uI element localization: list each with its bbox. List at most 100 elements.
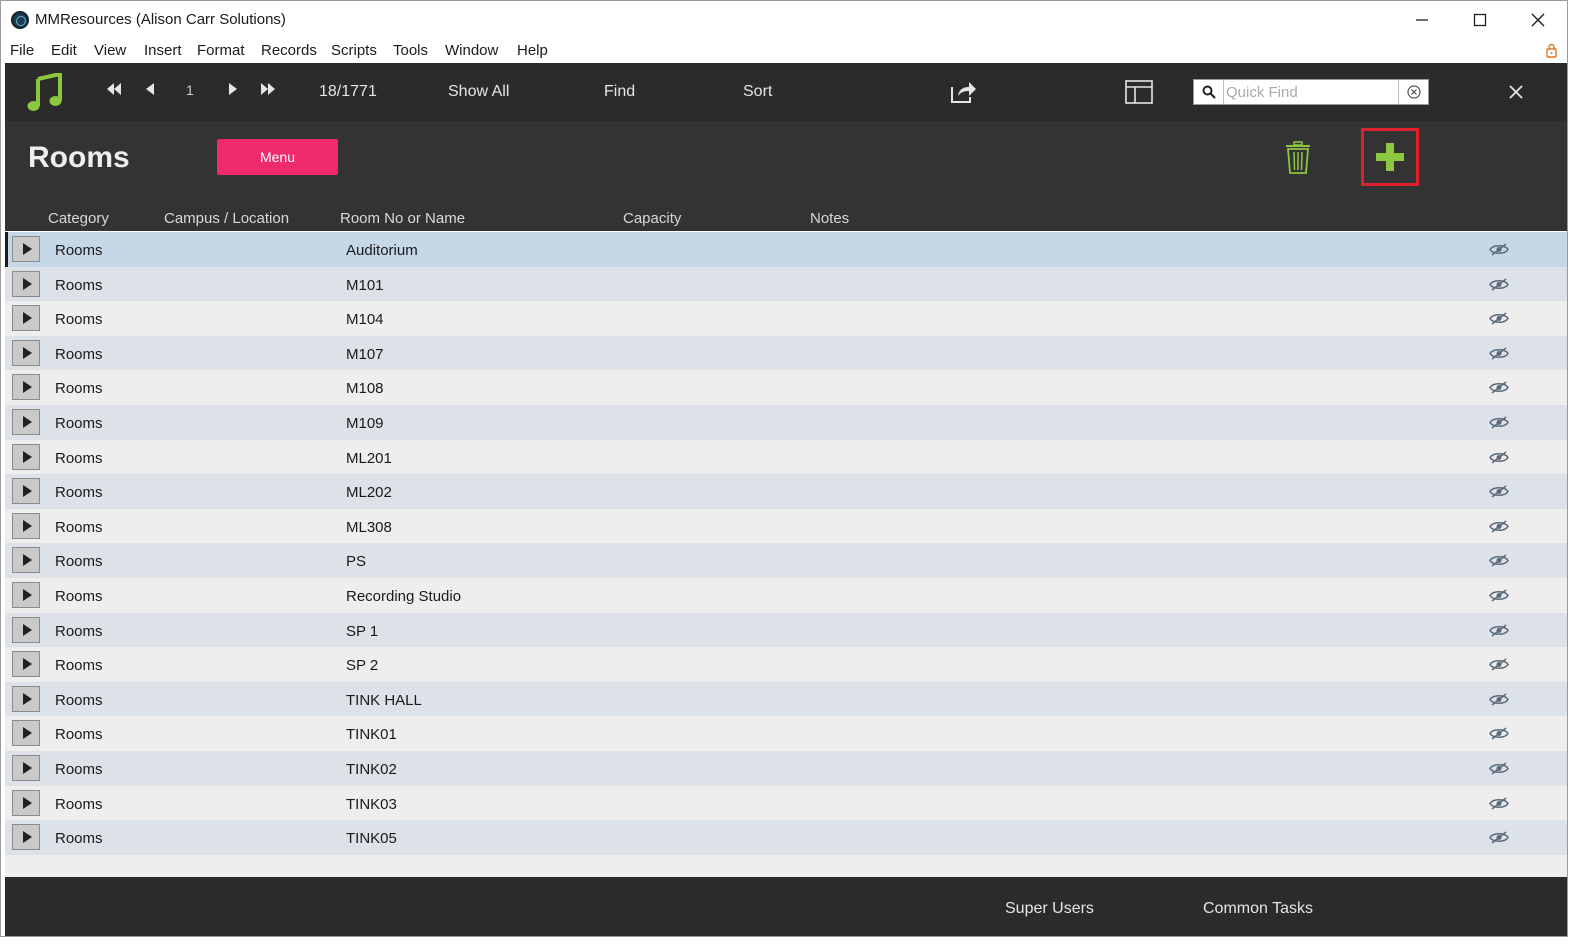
menu-view[interactable]: View <box>94 42 126 59</box>
row-open-button[interactable] <box>12 512 40 539</box>
table-row[interactable]: Rooms TINK05 <box>5 820 1567 855</box>
table-row[interactable]: Rooms M108 <box>5 370 1567 405</box>
menu-insert[interactable]: Insert <box>144 42 182 59</box>
hide-toggle-button[interactable] <box>1489 657 1509 672</box>
close-window-button[interactable] <box>1515 5 1561 35</box>
row-room-name: M101 <box>346 276 384 294</box>
maximize-button[interactable] <box>1457 5 1503 35</box>
row-open-button[interactable] <box>12 339 40 366</box>
show-all-button[interactable]: Show All <box>448 83 509 101</box>
table-row[interactable]: Rooms ML202 <box>5 474 1567 509</box>
table-row[interactable]: Rooms M104 <box>5 301 1567 336</box>
table-row[interactable]: Rooms M101 <box>5 266 1567 302</box>
close-icon <box>1509 85 1523 99</box>
next-record-button[interactable] <box>227 81 239 102</box>
table-row[interactable]: Rooms ML201 <box>5 439 1567 475</box>
row-open-button[interactable] <box>12 616 40 643</box>
minimize-button[interactable] <box>1399 5 1445 35</box>
hide-toggle-button[interactable] <box>1489 242 1509 257</box>
row-room-name: Recording Studio <box>346 587 462 605</box>
hide-toggle-button[interactable] <box>1489 761 1509 776</box>
table-row[interactable]: Rooms Auditorium <box>5 232 1567 267</box>
row-open-button[interactable] <box>12 236 40 262</box>
row-open-button[interactable] <box>12 685 40 712</box>
menu-window[interactable]: Window <box>445 42 498 59</box>
row-open-button[interactable] <box>12 408 40 435</box>
delete-button[interactable] <box>1285 141 1311 175</box>
hide-toggle-button[interactable] <box>1489 311 1509 326</box>
row-open-button[interactable] <box>12 478 40 505</box>
hide-toggle-button[interactable] <box>1489 553 1509 568</box>
super-users-link[interactable]: Super Users <box>1005 900 1094 918</box>
hide-toggle-button[interactable] <box>1489 830 1509 845</box>
table-row[interactable]: Rooms SP 1 <box>5 612 1567 648</box>
status-toolbar: 1 18/1771 Show All Find Sort <box>5 63 1567 121</box>
eye-slash-icon <box>1489 658 1509 676</box>
hide-toggle-button[interactable] <box>1489 726 1509 741</box>
menu-format[interactable]: Format <box>197 42 245 59</box>
row-open-button[interactable] <box>12 824 40 851</box>
quick-find-input[interactable] <box>1226 82 1394 102</box>
row-open-button[interactable] <box>12 443 40 470</box>
table-row[interactable]: Rooms ML308 <box>5 508 1567 544</box>
sort-button[interactable]: Sort <box>743 83 772 101</box>
eye-slash-icon <box>1489 243 1509 261</box>
table-row[interactable]: Rooms TINK03 <box>5 785 1567 821</box>
close-layout-button[interactable] <box>1508 84 1524 105</box>
add-record-button[interactable] <box>1361 128 1419 186</box>
hide-toggle-button[interactable] <box>1489 519 1509 534</box>
hide-toggle-button[interactable] <box>1489 450 1509 465</box>
hide-toggle-button[interactable] <box>1489 692 1509 707</box>
menu-scripts[interactable]: Scripts <box>331 42 377 59</box>
menu-records[interactable]: Records <box>261 42 317 59</box>
hide-toggle-button[interactable] <box>1489 623 1509 638</box>
row-open-button[interactable] <box>12 720 40 747</box>
table-row[interactable]: Rooms TINK02 <box>5 750 1567 786</box>
find-button[interactable]: Find <box>604 83 635 101</box>
layout-button[interactable] <box>1125 80 1153 109</box>
hide-toggle-button[interactable] <box>1489 484 1509 499</box>
menu-help[interactable]: Help <box>517 42 548 59</box>
row-open-button[interactable] <box>12 305 40 332</box>
menu-tools[interactable]: Tools <box>393 42 428 59</box>
menu-edit[interactable]: Edit <box>51 42 77 59</box>
eye-slash-icon <box>1489 727 1509 745</box>
row-room-name: M109 <box>346 414 384 432</box>
last-record-button[interactable] <box>259 81 277 102</box>
row-open-button[interactable] <box>12 754 40 781</box>
row-category: Rooms <box>55 414 103 432</box>
table-row[interactable]: Rooms Recording Studio <box>5 577 1567 613</box>
first-record-button[interactable] <box>105 81 123 102</box>
hide-toggle-button[interactable] <box>1489 346 1509 361</box>
table-row[interactable]: Rooms TINK01 <box>5 716 1567 751</box>
menu-button[interactable]: Menu <box>217 139 338 175</box>
quick-find-search-button[interactable] <box>1194 80 1224 104</box>
hide-toggle-button[interactable] <box>1489 380 1509 395</box>
row-category: Rooms <box>55 242 103 259</box>
row-open-button[interactable] <box>12 651 40 678</box>
table-row[interactable]: Rooms M109 <box>5 404 1567 440</box>
hide-toggle-button[interactable] <box>1489 796 1509 811</box>
common-tasks-link[interactable]: Common Tasks <box>1203 900 1313 918</box>
table-row[interactable]: Rooms SP 2 <box>5 647 1567 682</box>
row-open-button[interactable] <box>12 789 40 816</box>
row-open-button[interactable] <box>12 270 40 297</box>
previous-record-button[interactable] <box>144 81 156 102</box>
row-category: Rooms <box>55 518 103 536</box>
share-button[interactable] <box>949 79 977 110</box>
table-row[interactable]: Rooms TINK HALL <box>5 681 1567 717</box>
record-number[interactable]: 1 <box>186 82 194 98</box>
row-open-button[interactable] <box>12 374 40 401</box>
row-category: Rooms <box>55 691 103 709</box>
menu-file[interactable]: File <box>10 42 34 59</box>
table-row[interactable]: Rooms M107 <box>5 335 1567 371</box>
row-open-button[interactable] <box>12 547 40 574</box>
hide-toggle-button[interactable] <box>1489 415 1509 430</box>
table-row[interactable]: Rooms PS <box>5 543 1567 578</box>
quick-find-clear-button[interactable] <box>1398 80 1428 104</box>
eye-slash-icon <box>1489 796 1509 815</box>
eye-slash-icon <box>1489 485 1509 503</box>
row-open-button[interactable] <box>12 581 40 608</box>
hide-toggle-button[interactable] <box>1489 588 1509 603</box>
hide-toggle-button[interactable] <box>1489 277 1509 292</box>
